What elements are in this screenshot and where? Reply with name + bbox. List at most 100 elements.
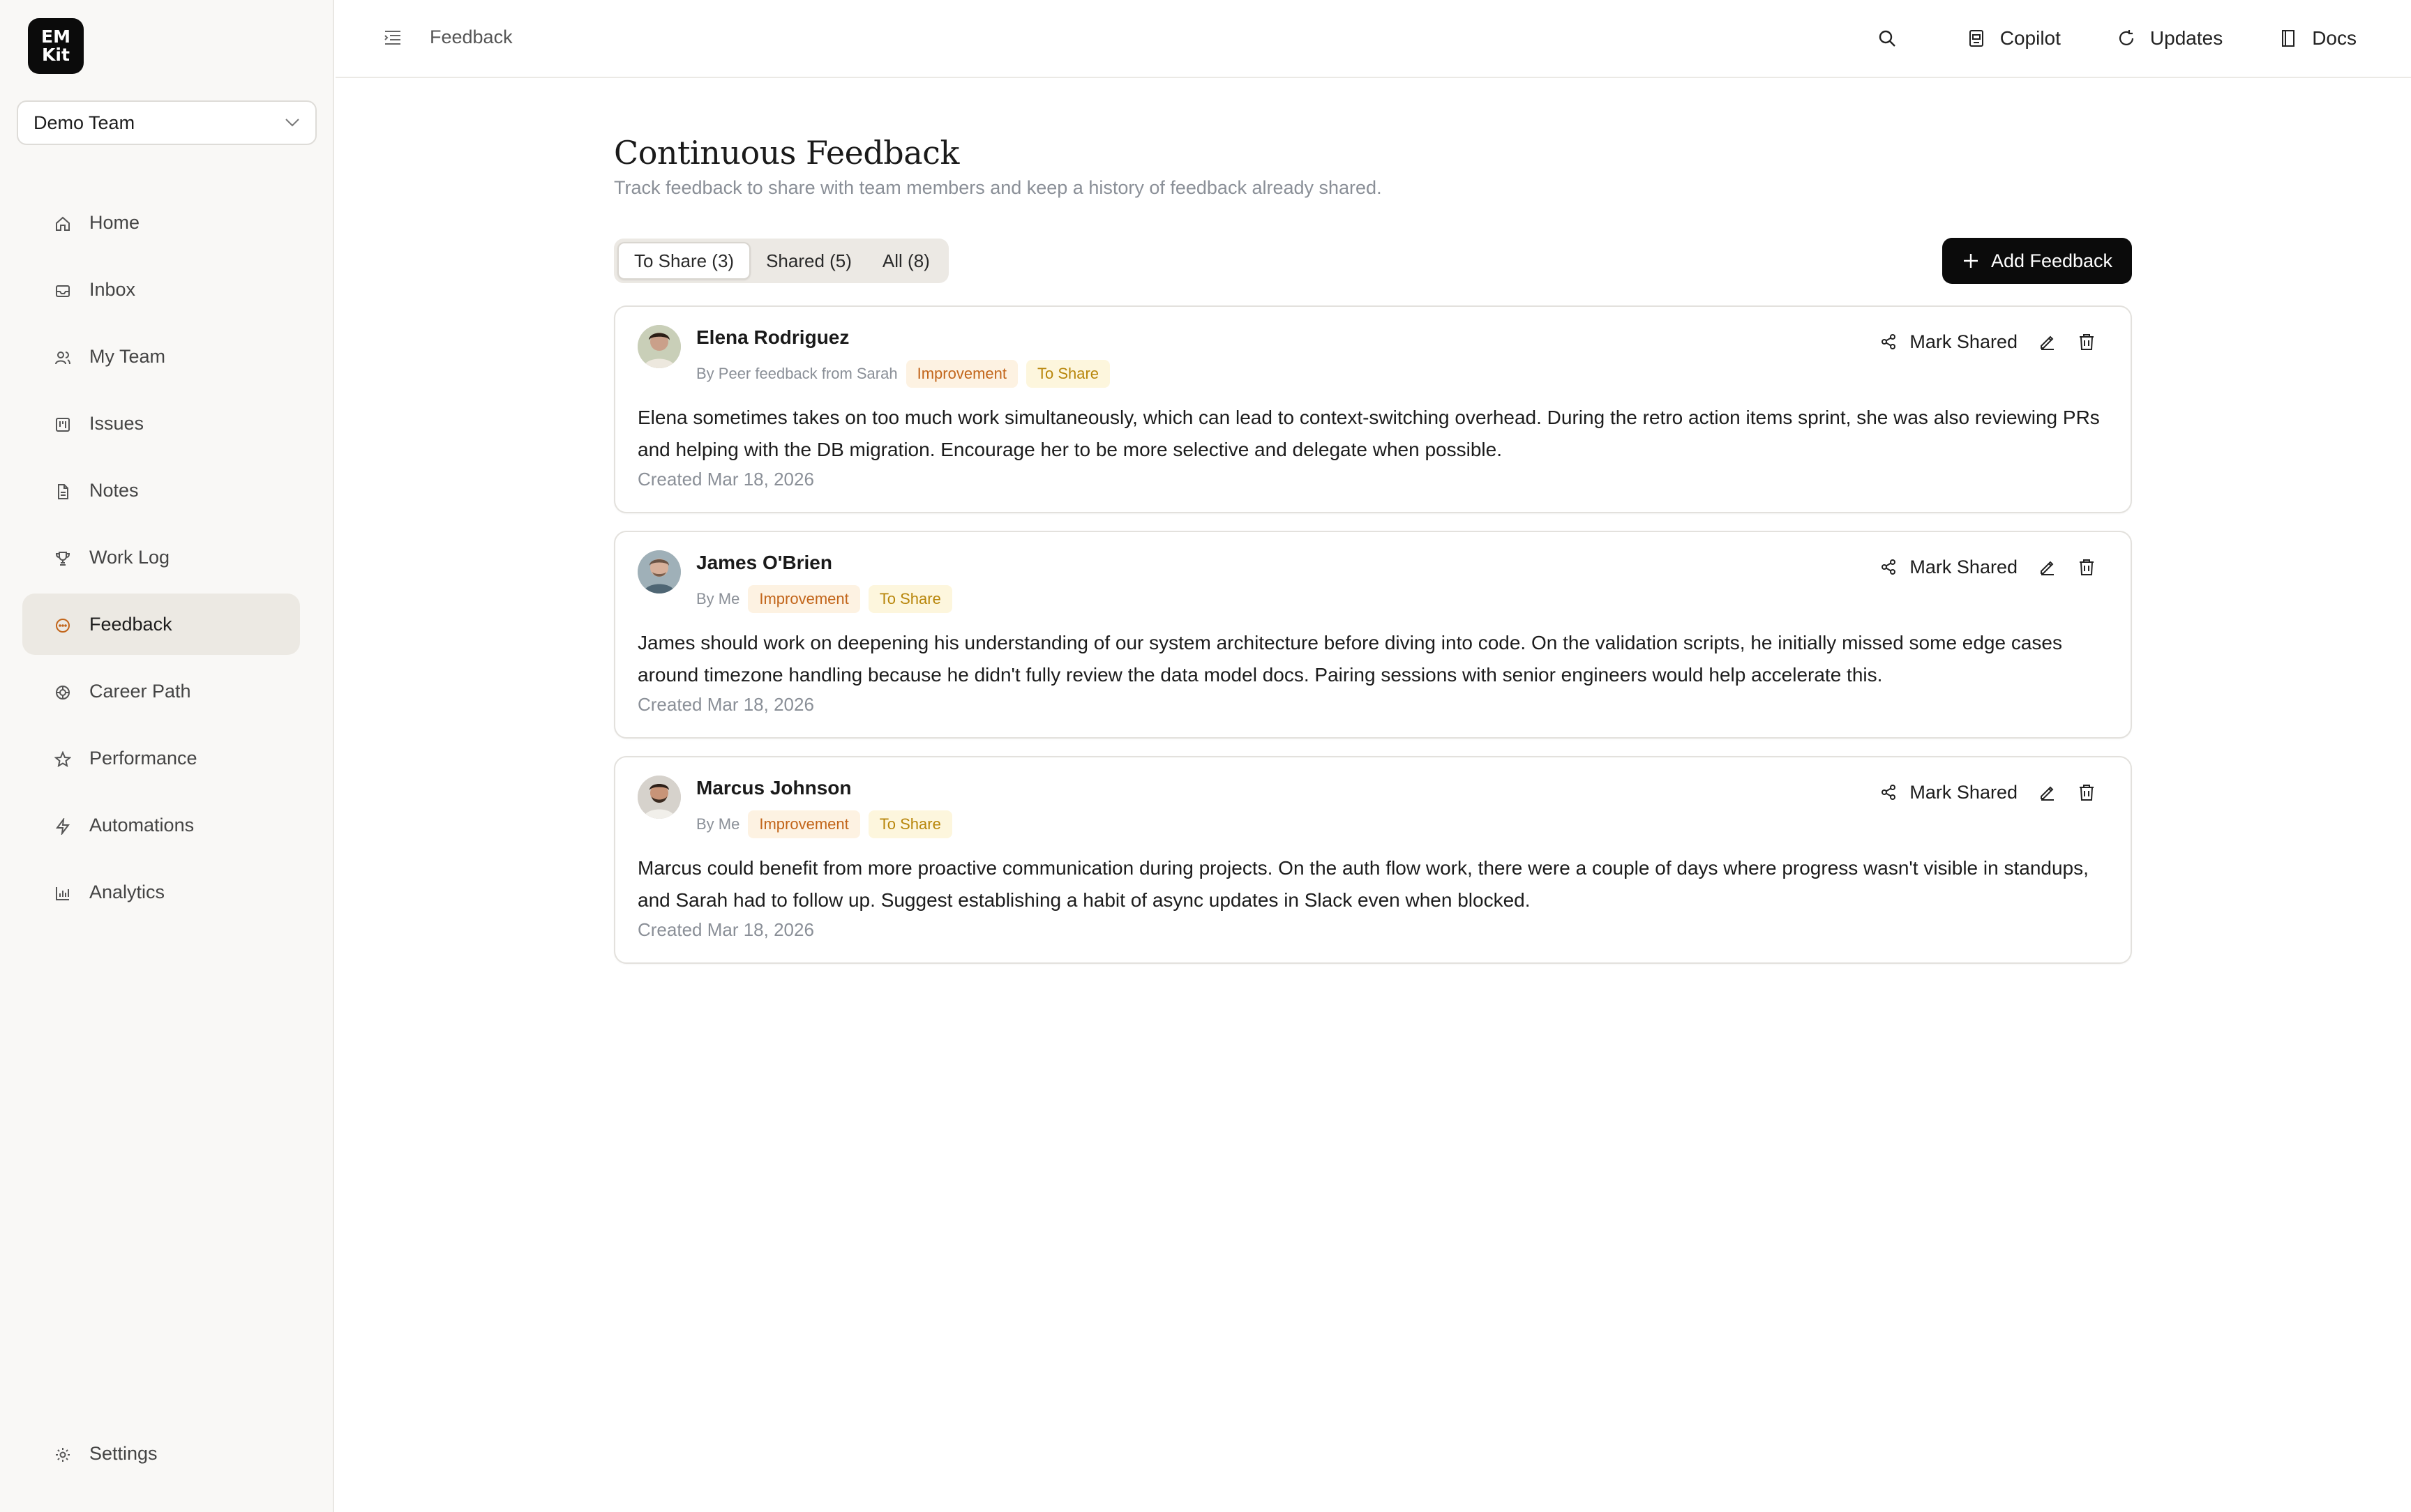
feedback-recipient: James O'Brien	[696, 552, 832, 573]
sidebar-item-automations[interactable]: Automations	[22, 794, 300, 856]
sidebar-item-label: Automations	[89, 814, 195, 836]
sidebar-item-label: Inbox	[89, 278, 136, 300]
type-badge: Improvement	[748, 810, 860, 838]
feedback-card: Marcus Johnson By Me Improvement To Shar…	[614, 756, 2132, 964]
sidebar-item-career-path[interactable]: Career Path	[22, 660, 300, 722]
delete-button[interactable]	[2078, 783, 2096, 801]
feedback-meta: By Me Improvement To Share	[696, 810, 952, 838]
logo-line-2: Kit	[42, 45, 70, 65]
chevron-down-icon	[285, 118, 300, 128]
sidebar-item-my-team[interactable]: My Team	[22, 326, 300, 387]
edit-button[interactable]	[2038, 783, 2057, 801]
edit-button[interactable]	[2038, 558, 2057, 576]
add-feedback-button[interactable]: Add Feedback	[1942, 238, 2132, 284]
feedback-recipient: Elena Rodriguez	[696, 326, 850, 348]
updates-label: Updates	[2149, 27, 2223, 49]
card-actions: Mark Shared	[1880, 777, 2096, 808]
logo-line-1: EM	[41, 27, 70, 47]
type-badge: Improvement	[748, 585, 860, 613]
trophy-icon	[54, 550, 70, 566]
mark-shared-label: Mark Shared	[1909, 556, 2018, 577]
created-date: Created Mar 18, 2026	[638, 919, 814, 940]
sidebar-item-label: Performance	[89, 747, 197, 769]
star-icon	[54, 751, 71, 768]
delete-button[interactable]	[2078, 558, 2096, 576]
feedback-card: James O'Brien By Me Improvement To Share…	[614, 531, 2132, 739]
edit-button[interactable]	[2038, 333, 2057, 351]
share-icon	[1880, 559, 1909, 575]
page-subtitle: Track feedback to share with team member…	[614, 177, 1382, 198]
feedback-text: Elena sometimes takes on too much work s…	[638, 407, 2100, 460]
bolt-icon	[54, 818, 70, 835]
sidebar-item-settings[interactable]: Settings	[22, 1423, 300, 1484]
copilot-label: Copilot	[1999, 27, 2061, 49]
card-actions: Mark Shared	[1880, 552, 2096, 582]
app-logo[interactable]: EM Kit	[28, 18, 84, 74]
message-icon	[54, 617, 70, 633]
share-icon	[1880, 333, 1909, 350]
card-actions: Mark Shared	[1880, 326, 2096, 357]
topbar: Feedback Copilot Updates Docs	[336, 0, 2411, 78]
updates-button[interactable]: Updates	[2117, 27, 2223, 50]
sidebar-item-inbox[interactable]: Inbox	[22, 259, 300, 320]
sidebar-item-home[interactable]: Home	[22, 192, 300, 253]
copilot-button[interactable]: Copilot	[1967, 27, 2061, 50]
career-icon	[54, 684, 70, 700]
pencil-icon	[2038, 333, 2057, 351]
tab-shared[interactable]: Shared (5)	[751, 242, 867, 280]
breadcrumb[interactable]: Feedback	[430, 27, 513, 48]
kanban-icon	[54, 416, 70, 432]
page-title: Continuous Feedback	[614, 134, 959, 172]
copilot-icon	[1967, 29, 2000, 48]
trash-icon	[2078, 783, 2096, 801]
sidebar-item-label: Notes	[89, 479, 139, 501]
feedback-meta: By Me Improvement To Share	[696, 585, 952, 613]
feedback-author: By Peer feedback from Sarah	[696, 365, 898, 382]
sidebar-item-work-log[interactable]: Work Log	[22, 527, 300, 588]
feedback-author: By Me	[696, 815, 740, 833]
sidebar-nav: Home Inbox My Team Issues Notes Work Log…	[22, 192, 300, 928]
tab-to-share[interactable]: To Share (3)	[617, 242, 751, 280]
avatar	[638, 325, 681, 368]
gear-icon	[54, 1446, 70, 1462]
status-badge: To Share	[868, 585, 952, 613]
bar-chart-icon	[54, 885, 70, 900]
mark-shared-label: Mark Shared	[1909, 331, 2018, 352]
docs-label: Docs	[2312, 27, 2357, 49]
sidebar-item-label: Issues	[89, 412, 144, 434]
plus-icon	[1962, 252, 1991, 270]
status-badge: To Share	[1026, 360, 1111, 388]
search-button[interactable]	[1877, 29, 1911, 48]
feedback-tabs: To Share (3) Shared (5) All (8)	[614, 239, 949, 283]
feedback-text: Marcus could benefit from more proactive…	[638, 857, 2089, 911]
team-select[interactable]: Demo Team	[17, 100, 317, 145]
sidebar-item-notes[interactable]: Notes	[22, 460, 300, 521]
pencil-icon	[2038, 558, 2057, 576]
feedback-card: Elena Rodriguez By Peer feedback from Sa…	[614, 305, 2132, 513]
sidebar-item-performance[interactable]: Performance	[22, 727, 300, 789]
feedback-text: James should work on deepening his under…	[638, 632, 2063, 686]
sidebar-item-label: Analytics	[89, 881, 165, 902]
mark-shared-label: Mark Shared	[1909, 781, 2018, 803]
delete-button[interactable]	[2078, 333, 2096, 351]
sidebar-item-feedback[interactable]: Feedback	[22, 594, 300, 655]
trash-icon	[2078, 333, 2096, 351]
mark-shared-button[interactable]: Mark Shared	[1880, 331, 2018, 353]
mark-shared-button[interactable]: Mark Shared	[1880, 557, 2018, 578]
feedback-meta: By Peer feedback from Sarah Improvement …	[696, 360, 1111, 388]
tab-all[interactable]: All (8)	[867, 242, 945, 280]
docs-button[interactable]: Docs	[2278, 27, 2357, 50]
sidebar-item-label: Settings	[89, 1442, 158, 1464]
search-icon	[1877, 29, 1911, 48]
add-feedback-label: Add Feedback	[1990, 250, 2113, 271]
sidebar-item-issues[interactable]: Issues	[22, 393, 300, 454]
type-badge: Improvement	[906, 360, 1018, 388]
avatar	[638, 550, 681, 594]
sidebar-toggle-icon[interactable]	[383, 28, 403, 47]
inbox-icon	[54, 282, 70, 298]
sidebar: EM Kit Demo Team Home Inbox My Team Issu…	[0, 0, 334, 1512]
sidebar-item-analytics[interactable]: Analytics	[22, 861, 300, 923]
mark-shared-button[interactable]: Mark Shared	[1880, 782, 2018, 803]
sidebar-item-label: My Team	[89, 345, 166, 367]
status-badge: To Share	[868, 810, 952, 838]
